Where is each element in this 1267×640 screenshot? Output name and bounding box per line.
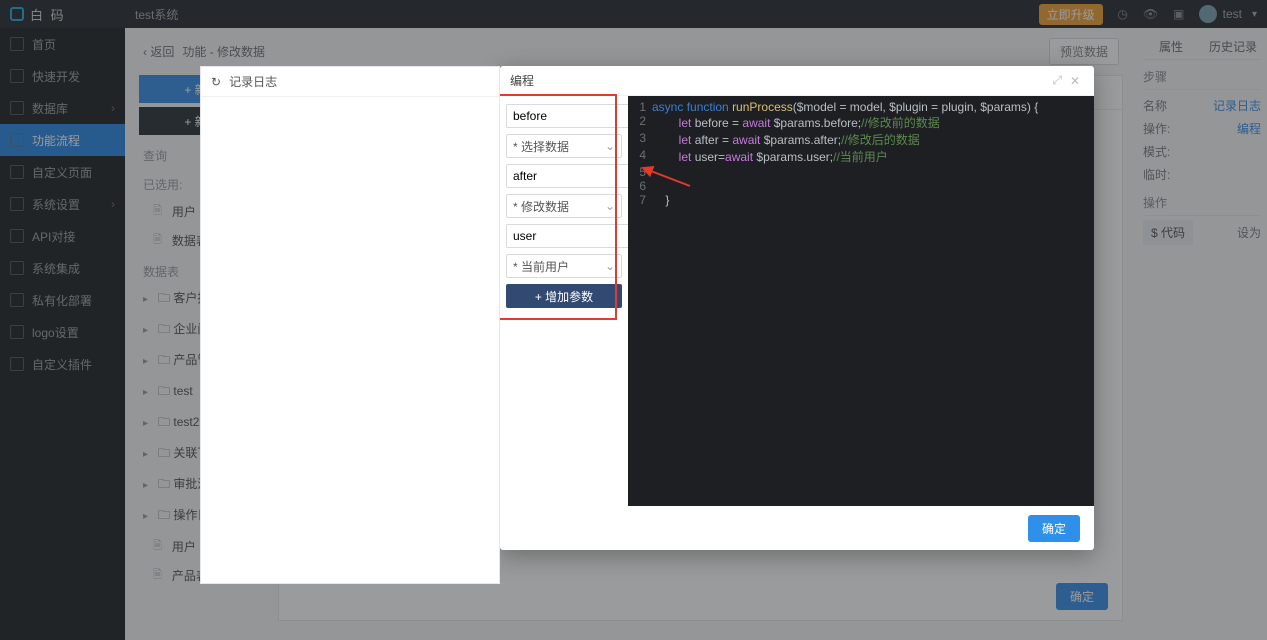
line-number: 7 [628,193,652,207]
step-card-title: 记录日志 [229,73,277,90]
code-modal: 编程 ⤢ ✕ 🗑 * 选择数据 🗑 * 修改数据 🗑 * 当前用户 + 增加参数 1asyn… [500,66,1094,550]
code-line: 7 } [628,193,1094,207]
code-line: 6 [628,179,1094,193]
line-content: let before = await $params.before;//修改前的… [652,114,940,131]
code-editor[interactable]: 1async function runProcess($model = mode… [628,96,1094,506]
line-number: 2 [628,114,652,131]
modal-title: 编程 [510,72,534,89]
line-number: 5 [628,165,652,179]
param-source-select[interactable]: * 修改数据 [506,194,622,218]
line-content: async function runProcess($model = model… [652,100,1038,114]
param-name-row: 🗑 [506,164,622,188]
param-source-select[interactable]: * 选择数据 [506,134,622,158]
line-number: 4 [628,148,652,165]
line-content: let after = await $params.after;//修改后的数据 [652,131,920,148]
code-line: 3 let after = await $params.after;//修改后的… [628,131,1094,148]
param-name-row: 🗑 [506,224,622,248]
modal-confirm-button[interactable]: 确定 [1028,515,1080,542]
param-column: 🗑 * 选择数据 🗑 * 修改数据 🗑 * 当前用户 + 增加参数 [500,96,628,506]
line-number: 3 [628,131,652,148]
code-line: 4 let user=await $params.user;//当前用户 [628,148,1094,165]
line-content: } [652,193,669,207]
close-icon[interactable]: ✕ [1066,74,1084,88]
add-param-button[interactable]: + 增加参数 [506,284,622,308]
code-line: 2 let before = await $params.before;//修改… [628,114,1094,131]
param-name-row: 🗑 [506,104,622,128]
line-number: 1 [628,100,652,114]
refresh-icon[interactable]: ↻ [211,75,221,89]
expand-icon[interactable]: ⤢ [1048,73,1066,88]
param-source-select[interactable]: * 当前用户 [506,254,622,278]
modal-header: 编程 ⤢ ✕ [500,66,1094,96]
line-number: 6 [628,179,652,193]
code-line: 1async function runProcess($model = mode… [628,100,1094,114]
line-content: let user=await $params.user;//当前用户 [652,148,888,165]
code-line: 5 [628,165,1094,179]
step-card: ↻ 记录日志 [200,66,500,584]
